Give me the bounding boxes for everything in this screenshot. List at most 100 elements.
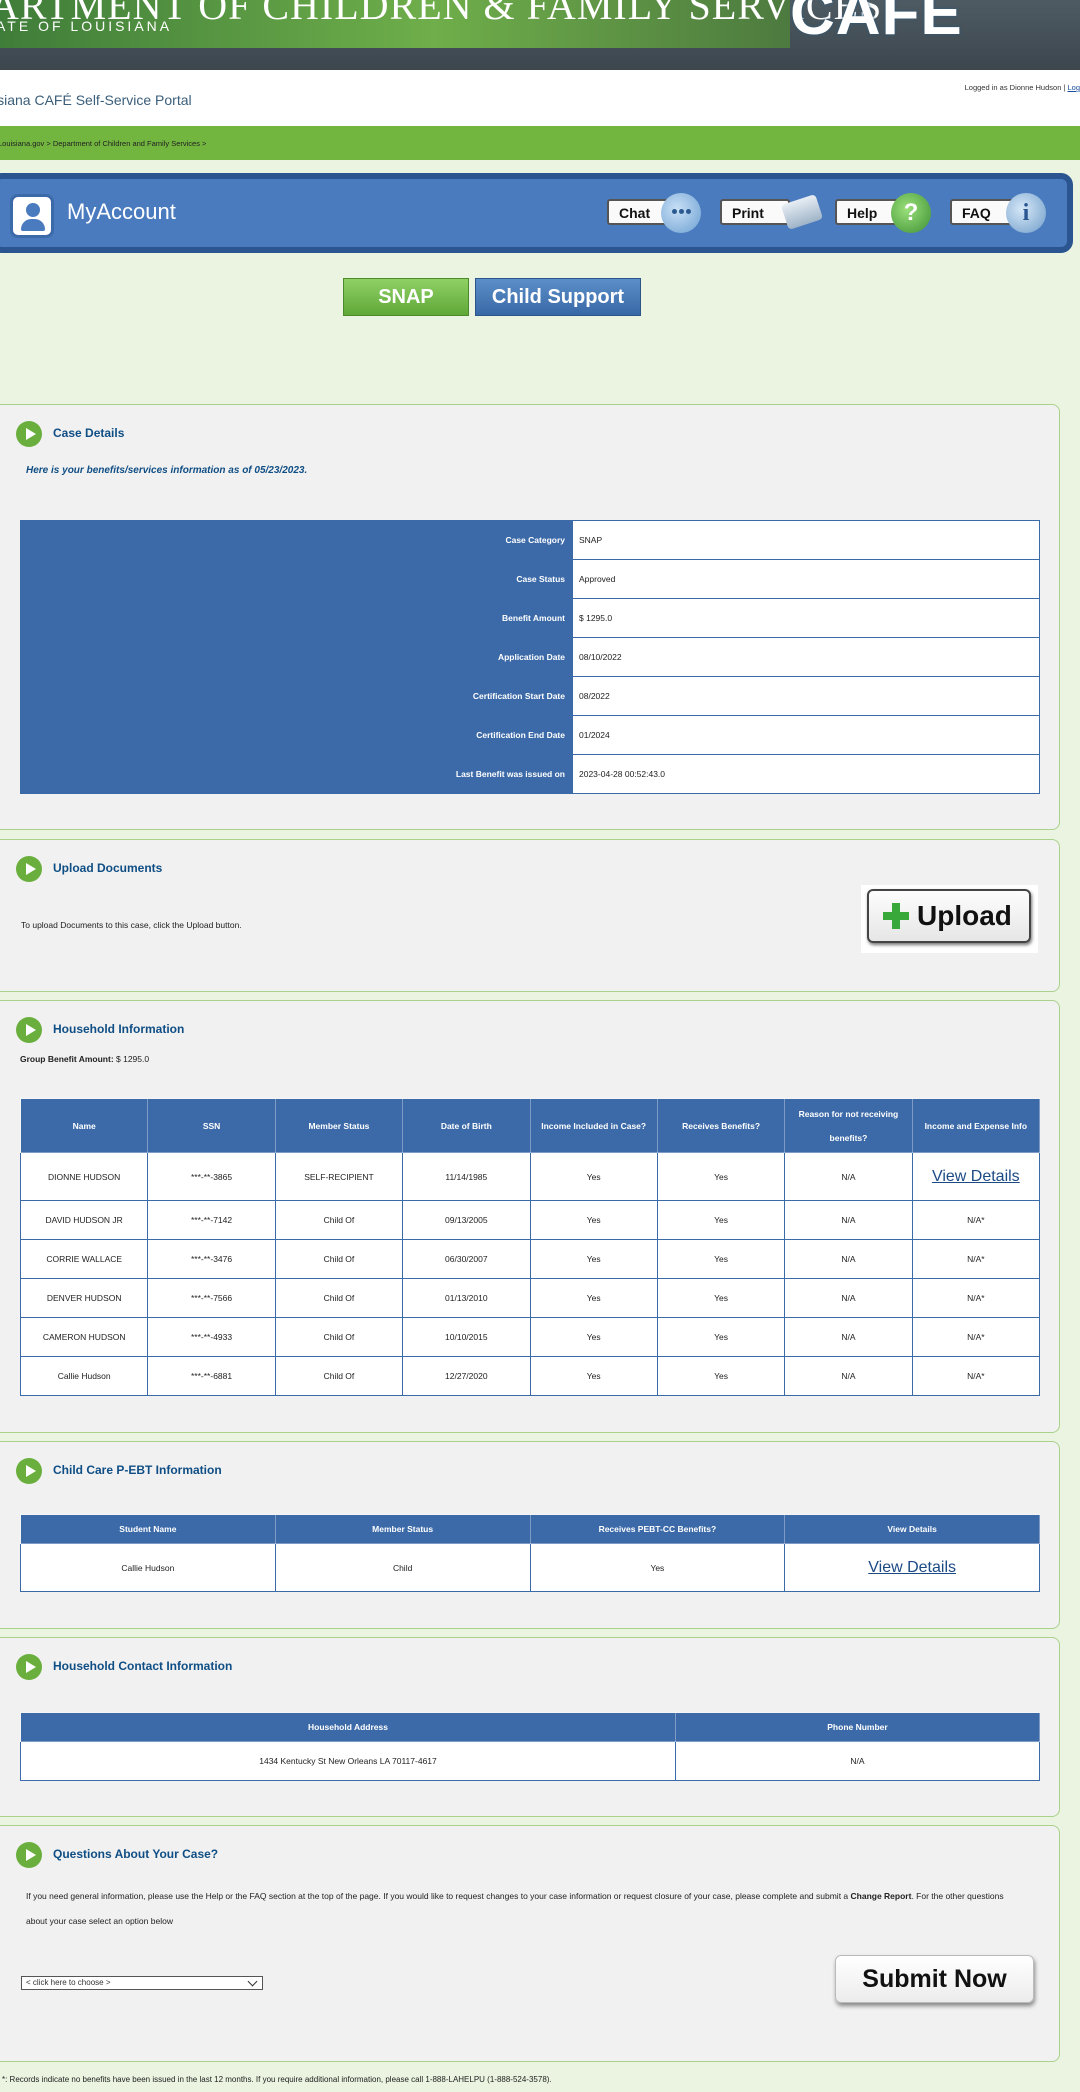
cell-ssn: ***-**-4933 <box>147 1317 276 1357</box>
cell-name: CAMERON HUDSON <box>19 1317 149 1357</box>
upload-button[interactable]: Upload <box>867 889 1031 943</box>
cell-income-included: Yes <box>529 1239 658 1279</box>
group-benefit-value: $ 1295.0 <box>113 1054 150 1064</box>
cell-receives-benefits: Yes <box>656 1152 786 1201</box>
table-row: Case Status Approved <box>20 559 1040 599</box>
chat-button[interactable]: Chat <box>607 193 701 233</box>
cell-income-included: Yes <box>529 1356 658 1396</box>
table-row: DENVER HUDSON ***-**-7566 Child Of 01/13… <box>19 1278 1041 1318</box>
expand-arrow-icon[interactable] <box>16 1654 42 1680</box>
expand-arrow-icon[interactable] <box>16 1017 42 1043</box>
expand-arrow-icon[interactable] <box>16 421 42 447</box>
contact-title: Household Contact Information <box>53 1659 233 1673</box>
table-row: 1434 Kentucky St New Orleans LA 70117-46… <box>20 1741 1040 1781</box>
cell-member-status: Child Of <box>274 1239 404 1279</box>
chat-label: Chat <box>619 205 651 221</box>
table-header-row: Household Address Phone Number <box>20 1712 1040 1742</box>
cell-income-included: Yes <box>529 1278 658 1318</box>
cell-name: Callie Hudson <box>19 1356 149 1396</box>
tab-snap[interactable]: SNAP <box>343 278 469 316</box>
row-label: Last Benefit was issued on <box>20 754 573 794</box>
cell-income-included: Yes <box>529 1152 658 1201</box>
cell-receives-benefits: Yes <box>656 1200 786 1240</box>
cell-reason: N/A <box>784 1278 913 1318</box>
row-label: Application Date <box>20 637 573 677</box>
column-header: Household Address <box>20 1712 676 1742</box>
case-details-title: Case Details <box>53 426 125 440</box>
cell-address: 1434 Kentucky St New Orleans LA 70117-46… <box>20 1741 676 1781</box>
logout-link[interactable]: Log <box>1067 83 1080 92</box>
submit-now-button[interactable]: Submit Now <box>835 1955 1034 2003</box>
table-row: Certification End Date 01/2024 <box>20 715 1040 755</box>
column-header: Income and Expense Info <box>911 1098 1041 1153</box>
logged-in-text: Logged in as Dionne Hudson | <box>964 83 1068 92</box>
cell-ssn: ***-**-6881 <box>147 1356 276 1396</box>
row-value: Approved <box>572 559 1040 599</box>
help-label: Help <box>847 205 878 221</box>
faq-button[interactable]: FAQ i <box>950 193 1046 233</box>
upload-documents-title: Upload Documents <box>53 861 163 875</box>
column-header: Income Included in Case? <box>529 1098 658 1153</box>
expand-arrow-icon[interactable] <box>16 1842 42 1868</box>
cell-name: DAVID HUDSON JR <box>19 1200 149 1240</box>
upload-instructions: To upload Documents to this case, click … <box>21 920 242 930</box>
household-title: Household Information <box>53 1022 185 1036</box>
cell-dob: 09/13/2005 <box>402 1200 531 1240</box>
question-select-value: < click here to choose > <box>26 1978 111 1987</box>
column-header: Member Status <box>274 1098 404 1153</box>
table-row: Certification Start Date 08/2022 <box>20 676 1040 716</box>
cell-income-expense: N/A* <box>911 1200 1041 1240</box>
contact-panel: Household Contact Information Household … <box>0 1637 1060 1817</box>
cell-member-status: Child Of <box>274 1278 404 1318</box>
cell-member-status: Child <box>274 1543 531 1592</box>
cell-student-name: Callie Hudson <box>20 1543 276 1592</box>
group-benefit-label: Group Benefit Amount: <box>20 1054 114 1064</box>
cell-income-included: Yes <box>529 1317 658 1357</box>
pebt-title: Child Care P-EBT Information <box>53 1463 222 1477</box>
breadcrumb[interactable]: Louisiana.gov > Department of Children a… <box>0 139 206 148</box>
household-panel: Household Information Group Benefit Amou… <box>0 1000 1060 1433</box>
cell-income-expense: View Details <box>911 1152 1041 1201</box>
banner-subtitle: ATE OF LOUISIANA <box>0 18 173 34</box>
cell-income-included: Yes <box>529 1200 658 1240</box>
table-row: Benefit Amount $ 1295.0 <box>20 598 1040 638</box>
questions-text-1: If you need general information, please … <box>26 1891 851 1901</box>
account-badge-icon <box>10 194 54 238</box>
column-header: Member Status <box>274 1514 531 1544</box>
row-value: SNAP <box>572 520 1040 560</box>
expand-arrow-icon[interactable] <box>16 1458 42 1484</box>
expand-arrow-icon[interactable] <box>16 856 42 882</box>
column-header: View Details <box>784 1514 1040 1544</box>
print-button[interactable]: Print <box>720 194 824 230</box>
question-select[interactable]: < click here to choose > <box>21 1976 263 1990</box>
household-table: Name SSN Member Status Date of Birth Inc… <box>19 1098 1041 1396</box>
questions-title: Questions About Your Case? <box>53 1847 219 1861</box>
upload-label: Upload <box>917 900 1012 931</box>
cell-receives-benefits: Yes <box>656 1356 786 1396</box>
column-header: Reason for not receiving benefits? <box>784 1098 913 1153</box>
table-header-row: Student Name Member Status Receives PEBT… <box>20 1514 1040 1544</box>
tab-child-support[interactable]: Child Support <box>475 278 641 316</box>
cell-reason: N/A <box>784 1152 913 1201</box>
table-row: DAVID HUDSON JR ***-**-7142 Child Of 09/… <box>19 1200 1041 1240</box>
table-row: Application Date 08/10/2022 <box>20 637 1040 677</box>
pebt-panel: Child Care P-EBT Information Student Nam… <box>0 1441 1060 1629</box>
cafe-logo[interactable]: CAFE <box>790 0 963 49</box>
table-row: Callie Hudson Child Yes View Details <box>20 1543 1040 1592</box>
view-details-link[interactable]: View Details <box>932 1168 1020 1185</box>
help-button[interactable]: Help ? <box>835 193 931 233</box>
cell-reason: N/A <box>784 1356 913 1396</box>
cell-receives-pebt: Yes <box>529 1543 786 1592</box>
contact-table: Household Address Phone Number 1434 Kent… <box>20 1712 1040 1781</box>
questions-text: If you need general information, please … <box>26 1884 1026 1934</box>
cell-member-status: Child Of <box>274 1200 404 1240</box>
table-row: DIONNE HUDSON ***-**-3865 SELF-RECIPIENT… <box>19 1152 1041 1201</box>
footnote: *: Records indicate no benefits have bee… <box>2 2075 552 2084</box>
column-header: Date of Birth <box>402 1098 531 1153</box>
row-label: Benefit Amount <box>20 598 573 638</box>
cell-member-status: Child Of <box>274 1317 404 1357</box>
pebt-table: Student Name Member Status Receives PEBT… <box>20 1514 1040 1592</box>
cell-income-expense: N/A* <box>911 1278 1041 1318</box>
row-value: $ 1295.0 <box>572 598 1040 638</box>
view-details-link[interactable]: View Details <box>868 1559 956 1576</box>
